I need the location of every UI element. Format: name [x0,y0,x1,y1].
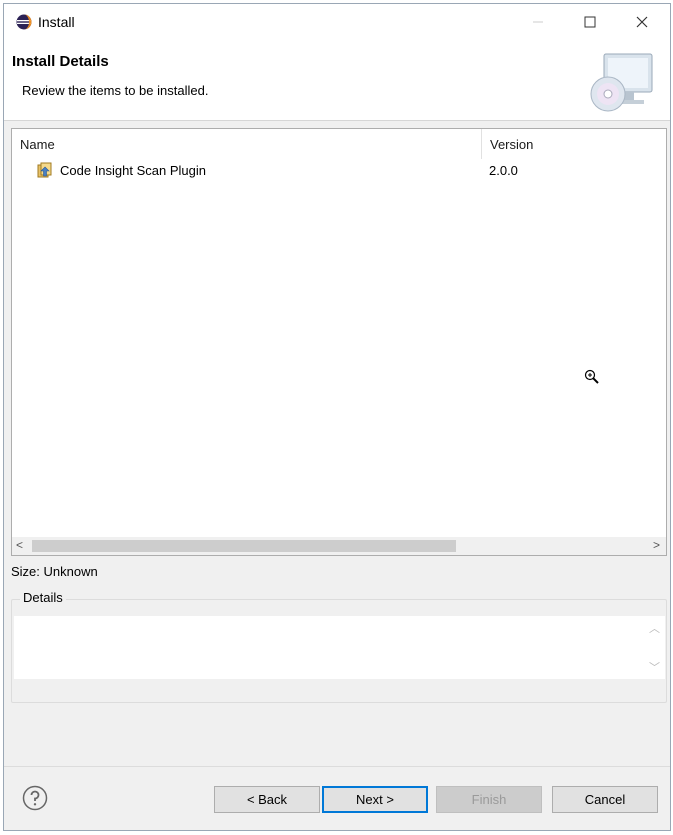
item-version: 2.0.0 [489,163,518,178]
zoom-cursor-icon [584,369,599,384]
page-description: Review the items to be installed. [22,83,209,98]
eclipse-icon [16,14,32,30]
install-items-table[interactable]: Name Version Code Insight Scan Plugin 2.… [11,128,667,556]
install-dialog: Install Install Details Review the items… [3,3,671,831]
close-icon [636,16,648,28]
vertical-scrollbar[interactable]: ︿ ﹀ [645,616,665,679]
scroll-up-arrow[interactable]: ︿ [649,620,660,636]
minimize-icon [533,21,543,23]
item-name: Code Insight Scan Plugin [60,163,206,178]
maximize-button[interactable] [564,4,616,40]
scroll-down-arrow[interactable]: ﹀ [649,659,660,675]
next-button[interactable]: Next > [322,786,428,813]
page-title: Install Details [12,53,109,70]
minimize-button[interactable] [512,4,564,40]
table-row[interactable]: Code Insight Scan Plugin 2.0.0 [12,161,666,183]
header-banner: Install Details Review the items to be i… [4,40,670,121]
scrollbar-thumb[interactable] [32,540,456,552]
scroll-left-arrow[interactable]: < [16,538,23,552]
column-header-name[interactable]: Name [12,129,482,159]
size-label: Size: Unknown [11,564,98,579]
title-bar: Install [4,4,670,40]
column-header-version[interactable]: Version [482,129,667,159]
help-icon[interactable] [22,785,48,811]
details-legend: Details [20,590,66,605]
back-button[interactable]: < Back [214,786,320,813]
install-computer-icon [590,53,653,112]
maximize-icon [584,16,596,28]
horizontal-scrollbar[interactable]: < > [12,537,666,555]
window-title: Install [38,14,75,30]
finish-button[interactable]: Finish [436,786,542,813]
footer-separator [4,766,670,767]
plugin-install-icon [37,162,52,178]
cancel-button[interactable]: Cancel [552,786,658,813]
close-button[interactable] [616,4,668,40]
details-text-area[interactable]: ︿ ﹀ [14,616,665,679]
scroll-right-arrow[interactable]: > [653,538,660,552]
